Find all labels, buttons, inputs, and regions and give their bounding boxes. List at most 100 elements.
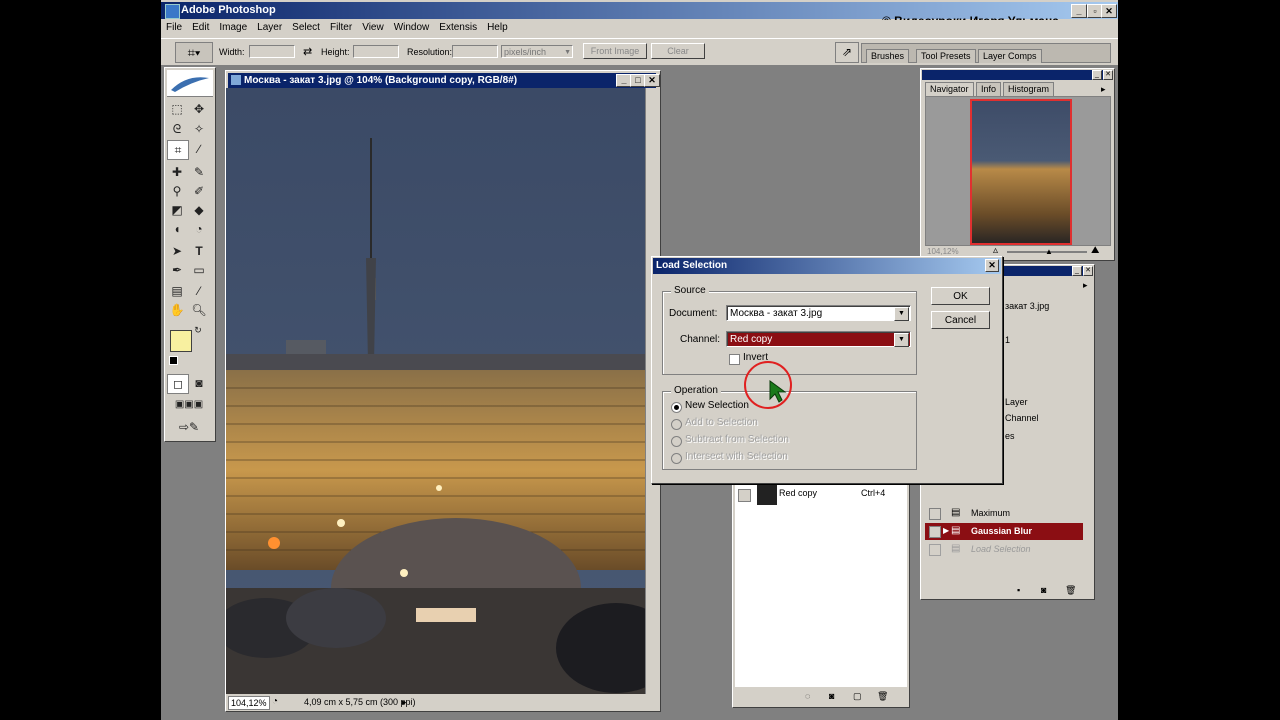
height-field[interactable] xyxy=(353,45,399,58)
jump-to-imageready-icon[interactable]: ⇨✎ xyxy=(167,418,211,436)
crop-tool-icon[interactable]: ⌗ xyxy=(167,140,189,160)
path-selection-icon[interactable]: ➤ xyxy=(167,242,187,260)
new-selection-radio[interactable] xyxy=(671,402,682,413)
type-tool-icon[interactable]: T xyxy=(189,242,209,260)
tab-tool-presets[interactable]: Tool Presets xyxy=(916,49,976,63)
status-menu-icon[interactable]: ◔ xyxy=(272,695,278,709)
tab-histogram[interactable]: Histogram xyxy=(1003,82,1055,96)
zoom-tool-icon[interactable]: 🔍︎ xyxy=(189,301,209,319)
units-select[interactable]: pixels/inch ▼ xyxy=(501,45,573,58)
invert-checkbox[interactable] xyxy=(729,354,740,365)
magic-wand-tool-icon[interactable]: ✧ xyxy=(189,120,209,138)
document-select[interactable]: Москва - закат 3.jpg ▼ xyxy=(726,305,911,321)
history-brush-icon[interactable]: ✐ xyxy=(189,182,209,200)
navigator-preview-area[interactable] xyxy=(925,96,1111,246)
tab-layer-comps[interactable]: Layer Comps xyxy=(978,49,1042,63)
menu-file[interactable]: File xyxy=(161,20,187,35)
marquee-tool-icon[interactable]: ⬚ xyxy=(167,100,187,118)
pen-tool-icon[interactable]: ✒ xyxy=(167,261,187,279)
navigator-zoom-value[interactable]: 104,12% xyxy=(927,247,959,256)
hand-tool-icon[interactable]: ✋ xyxy=(167,301,187,319)
save-selection-as-channel-icon[interactable]: ◙ xyxy=(829,691,834,701)
navigator-menu-icon[interactable]: ▸ xyxy=(1101,84,1106,95)
visibility-eye-icon[interactable] xyxy=(738,489,751,502)
delete-channel-icon[interactable]: 🗑︎ xyxy=(877,691,888,702)
tab-navigator[interactable]: Navigator xyxy=(925,82,974,96)
menu-view[interactable]: View xyxy=(357,20,389,35)
menu-edit[interactable]: Edit xyxy=(187,20,214,35)
dodge-tool-icon[interactable]: ◔ xyxy=(189,220,209,238)
zoom-field[interactable]: 104,12% xyxy=(228,696,270,710)
document-canvas[interactable] xyxy=(226,88,645,694)
resolution-field[interactable] xyxy=(452,45,498,58)
standard-mode-icon[interactable]: ◻ xyxy=(167,374,189,394)
navigator-close-button[interactable]: ✕ xyxy=(1103,70,1113,80)
zoom-slider-thumb[interactable]: ▲ xyxy=(1045,247,1053,256)
swap-icon[interactable]: ⇄ xyxy=(303,45,312,58)
history-item-disabled[interactable]: ▤ Load Selection xyxy=(925,541,1083,558)
tab-brushes[interactable]: Brushes xyxy=(866,49,910,63)
navigator-thumbnail[interactable] xyxy=(970,99,1072,245)
history-minimize-button[interactable]: _ xyxy=(1072,266,1082,276)
swap-colors-icon[interactable]: ↻ xyxy=(191,324,205,336)
quick-mask-icon[interactable]: ◙ xyxy=(189,374,209,392)
stop-icon[interactable]: ▪ xyxy=(1017,585,1020,595)
menu-filter[interactable]: Filter xyxy=(325,20,357,35)
history-item-selected[interactable]: ▶ ▤ Gaussian Blur xyxy=(925,523,1083,540)
menu-help[interactable]: Help xyxy=(482,20,513,35)
new-channel-icon[interactable]: ▢ xyxy=(853,691,862,702)
brush-tool-icon[interactable]: ✎ xyxy=(189,163,209,181)
screen-mode-icons[interactable]: ▣▣▣ xyxy=(167,396,211,414)
subtract-from-selection-radio[interactable] xyxy=(671,436,682,447)
front-image-button[interactable]: Front Image xyxy=(583,43,647,59)
clear-button[interactable]: Clear xyxy=(651,43,705,59)
chevron-down-icon[interactable]: ▼ xyxy=(894,307,909,321)
width-field[interactable] xyxy=(249,45,295,58)
history-menu-icon[interactable]: ▸ xyxy=(1083,280,1088,291)
intersect-with-selection-radio[interactable] xyxy=(671,453,682,464)
eyedropper-tool-icon[interactable]: ⁄ xyxy=(189,282,209,300)
navigator-minimize-button[interactable]: _ xyxy=(1092,70,1102,80)
foreground-color-swatch[interactable] xyxy=(170,330,192,352)
history-checkbox[interactable] xyxy=(929,508,941,520)
doc-close-button[interactable]: ✕ xyxy=(644,74,660,87)
rectangle-tool-icon[interactable]: ▭ xyxy=(189,261,209,279)
lasso-tool-icon[interactable]: ᘓ xyxy=(167,120,187,138)
menu-window[interactable]: Window xyxy=(389,20,435,35)
slice-tool-icon[interactable]: ∕ xyxy=(189,140,209,158)
add-to-selection-radio[interactable] xyxy=(671,419,682,430)
trash-icon[interactable]: 🗑︎ xyxy=(1065,585,1076,596)
default-colors-icon[interactable] xyxy=(169,356,178,365)
minimize-button[interactable]: _ xyxy=(1071,4,1087,18)
history-close-button[interactable]: ✕ xyxy=(1083,266,1093,276)
channel-row[interactable]: Red copy Ctrl+4 xyxy=(735,483,907,507)
eraser-tool-icon[interactable]: ◩ xyxy=(167,201,187,219)
cancel-button[interactable]: Cancel xyxy=(931,311,990,329)
menu-extensis[interactable]: Extensis xyxy=(434,20,482,35)
blur-tool-icon[interactable]: ◖ xyxy=(167,220,187,238)
status-arrow-icon[interactable]: ▸ xyxy=(402,695,410,709)
channel-select[interactable]: Red copy ▼ xyxy=(726,331,911,347)
crop-tool-preset-icon[interactable]: ⌗▾ xyxy=(175,42,213,63)
paint-bucket-icon[interactable]: ◆ xyxy=(189,201,209,219)
ok-button[interactable]: OK xyxy=(931,287,990,305)
chevron-down-icon[interactable]: ▼ xyxy=(894,333,909,347)
dialog-close-button[interactable]: ✕ xyxy=(985,259,999,272)
zoom-in-icon[interactable]: ⛰ xyxy=(1091,245,1099,256)
load-channel-as-selection-icon[interactable]: ◌ xyxy=(805,691,810,701)
move-tool-icon[interactable]: ✥ xyxy=(189,100,209,118)
history-checkbox[interactable] xyxy=(929,544,941,556)
menu-select[interactable]: Select xyxy=(287,20,325,35)
healing-brush-icon[interactable]: ✚ xyxy=(167,163,187,181)
menu-layer[interactable]: Layer xyxy=(252,20,287,35)
palette-well-icon[interactable]: ⇗ xyxy=(835,42,859,63)
notes-tool-icon[interactable]: ▤ xyxy=(167,282,187,300)
tab-info[interactable]: Info xyxy=(976,82,1002,96)
close-button[interactable]: ✕ xyxy=(1101,4,1117,18)
history-checkbox[interactable] xyxy=(929,526,941,538)
history-item[interactable]: ▤ Maximum xyxy=(925,505,1083,522)
zoom-out-icon[interactable]: ▵ xyxy=(993,245,998,256)
clone-stamp-icon[interactable]: ⚲ xyxy=(167,182,187,200)
menu-image[interactable]: Image xyxy=(214,20,252,35)
camera-snapshot-icon[interactable]: ◙ xyxy=(1041,585,1046,595)
